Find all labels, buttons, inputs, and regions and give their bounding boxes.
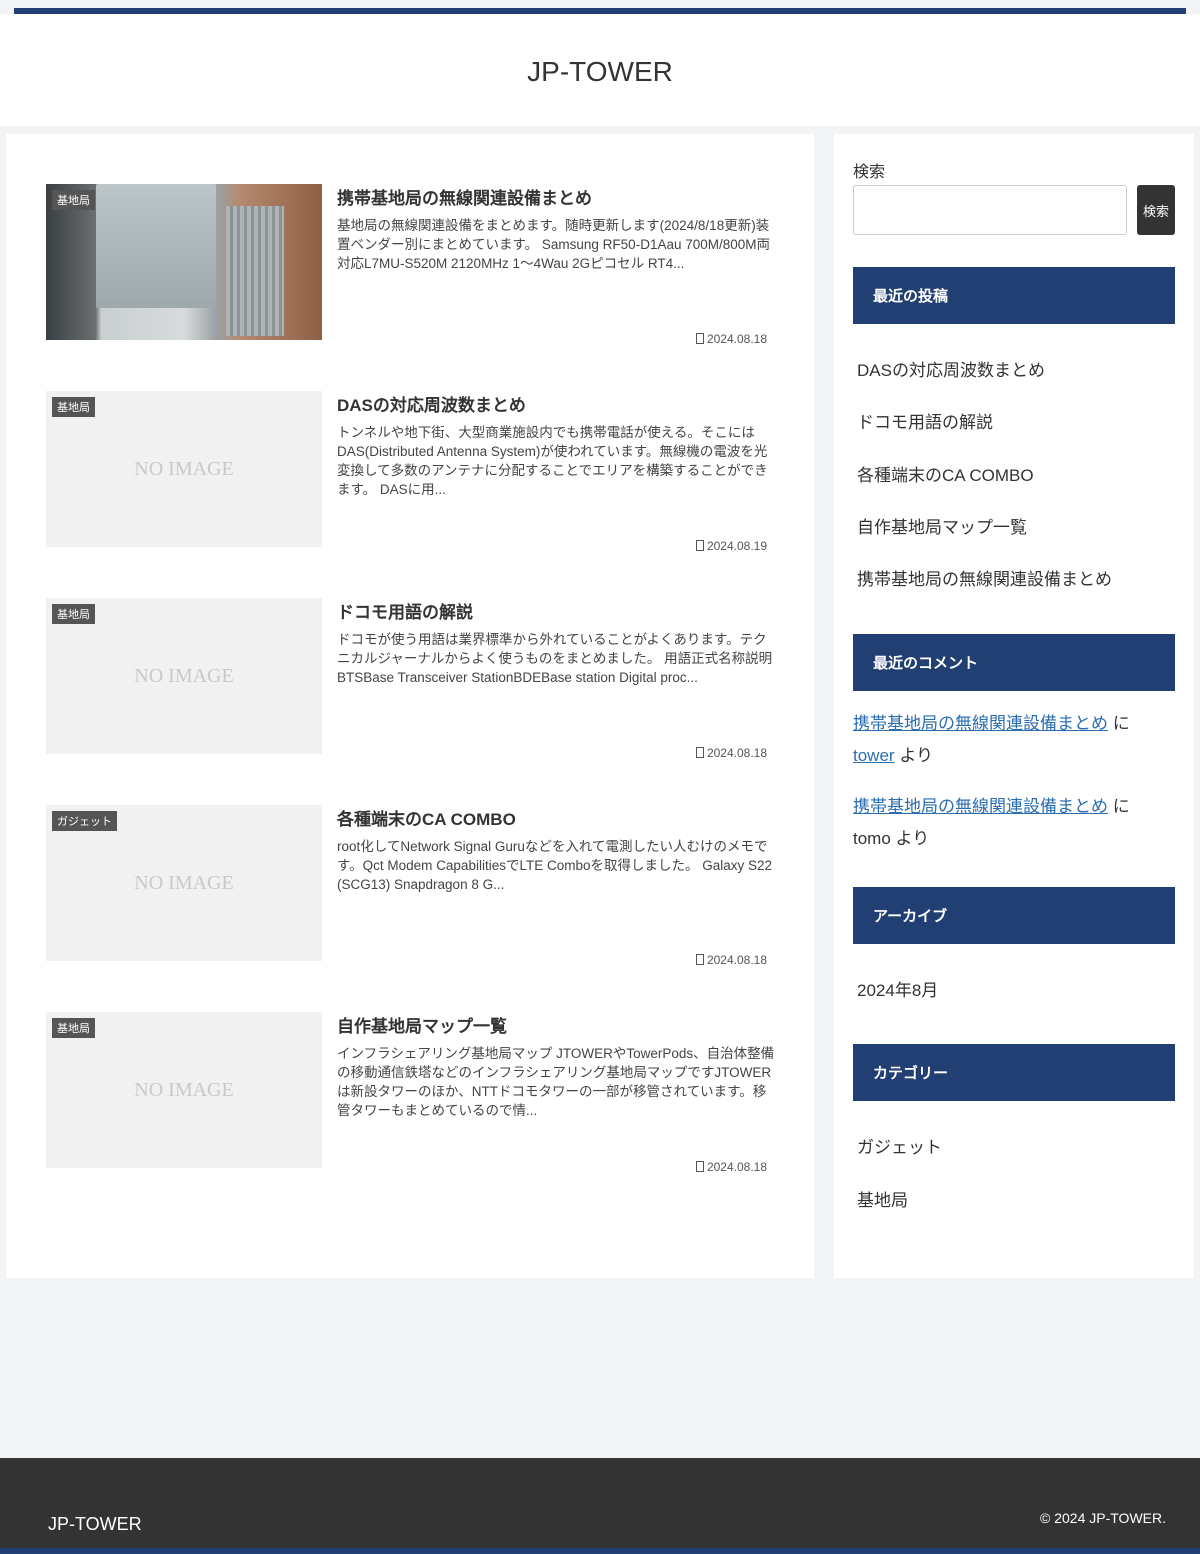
site-title[interactable]: JP-TOWER <box>0 56 1200 88</box>
post-thumbnail[interactable]: NO IMAGE 基地局 <box>46 598 322 754</box>
recent-post-link[interactable]: 各種端末のCA COMBO <box>857 461 1034 486</box>
clock-icon <box>695 333 704 344</box>
post-item[interactable]: NO IMAGE 基地局 自作基地局マップ一覧 インフラシェアリング基地局マップ… <box>46 1012 786 1174</box>
recent-post-link[interactable]: ドコモ用語の解説 <box>857 408 993 433</box>
bottom-accent-bar <box>0 1548 1200 1554</box>
site-footer: JP-TOWER © 2024 JP-TOWER. <box>0 1458 1200 1548</box>
post-title[interactable]: 自作基地局マップ一覧 <box>337 1012 777 1037</box>
post-thumbnail[interactable]: NO IMAGE 基地局 <box>46 391 322 547</box>
clock-icon <box>695 747 704 758</box>
clock-icon <box>695 1161 704 1172</box>
clock-icon <box>695 954 704 965</box>
site-header: JP-TOWER <box>0 14 1200 126</box>
search-button[interactable]: 検索 <box>1137 185 1175 235</box>
radio-unit-image <box>96 184 216 308</box>
footer-site-title[interactable]: JP-TOWER <box>48 1514 142 1535</box>
comment-post-link[interactable]: 携帯基地局の無線関連設備まとめ <box>853 797 1108 816</box>
post-title[interactable]: ドコモ用語の解説 <box>337 598 777 623</box>
post-item[interactable]: NO IMAGE 基地局 DASの対応周波数まとめ トンネルや地下街、大型商業施… <box>46 391 786 553</box>
search-label: 検索 <box>853 164 886 181</box>
post-thumbnail[interactable]: 基地局 <box>46 184 322 340</box>
recent-posts-heading: 最近の投稿 <box>853 267 1175 324</box>
recent-comment: 携帯基地局の無線関連設備まとめ に tomo より <box>853 797 1130 848</box>
post-item[interactable]: NO IMAGE 基地局 ドコモ用語の解説 ドコモが使う用語は業界標準から外れて… <box>46 598 786 760</box>
post-date: 2024.08.18 <box>646 332 767 346</box>
post-excerpt: 基地局の無線関連設備をまとめます。随時更新します(2024/8/18更新)装置ベ… <box>337 218 771 271</box>
category-badge: 基地局 <box>52 190 95 210</box>
post-title[interactable]: DASの対応周波数まとめ <box>337 391 777 416</box>
category-badge: 基地局 <box>52 397 95 417</box>
recent-post-link[interactable]: 携帯基地局の無線関連設備まとめ <box>857 565 1112 590</box>
post-thumbnail[interactable]: NO IMAGE 基地局 <box>46 1012 322 1168</box>
category-badge: ガジェット <box>52 811 117 831</box>
copyright: © 2024 JP-TOWER. <box>1040 1510 1166 1526</box>
comment-author-link[interactable]: tower <box>853 746 895 765</box>
category-link[interactable]: 基地局 <box>857 1186 908 1211</box>
archives-heading: アーカイブ <box>853 887 1175 944</box>
post-excerpt: ドコモが使う用語は業界標準から外れていることがよくあります。テクニカルジャーナル… <box>337 632 773 685</box>
sidebar: 検索 検索 最近の投稿 DASの対応周波数まとめ ドコモ用語の解説 各種端末のC… <box>834 134 1194 1278</box>
category-badge: 基地局 <box>52 1018 95 1038</box>
comment-post-link[interactable]: 携帯基地局の無線関連設備まとめ <box>853 714 1108 733</box>
categories-heading: カテゴリー <box>853 1044 1175 1101</box>
archive-link[interactable]: 2024年8月 <box>857 976 938 1001</box>
post-list: 基地局 携帯基地局の無線関連設備まとめ 基地局の無線関連設備をまとめます。随時更… <box>6 134 814 1278</box>
post-excerpt: トンネルや地下街、大型商業施設内でも携帯電話が使える。そこにはDAS(Distr… <box>337 425 768 497</box>
post-date: 2024.08.18 <box>646 953 767 967</box>
post-date: 2024.08.19 <box>646 539 767 553</box>
search-input[interactable] <box>853 185 1127 235</box>
post-thumbnail[interactable]: NO IMAGE ガジェット <box>46 805 322 961</box>
post-excerpt: root化してNetwork Signal Guruなどを入れて電測したい人むけ… <box>337 839 773 892</box>
post-date: 2024.08.18 <box>646 1160 767 1174</box>
post-excerpt: インフラシェアリング基地局マップ JTOWERやTowerPods、自治体整備の… <box>337 1046 775 1118</box>
post-item[interactable]: 基地局 携帯基地局の無線関連設備まとめ 基地局の無線関連設備をまとめます。随時更… <box>46 184 786 346</box>
post-item[interactable]: NO IMAGE ガジェット 各種端末のCA COMBO root化してNetw… <box>46 805 786 967</box>
clock-icon <box>695 540 704 551</box>
recent-post-link[interactable]: 自作基地局マップ一覧 <box>857 513 1027 538</box>
radio-unit-image <box>226 206 284 336</box>
post-date: 2024.08.18 <box>646 746 767 760</box>
post-title[interactable]: 各種端末のCA COMBO <box>337 805 777 830</box>
category-link[interactable]: ガジェット <box>857 1133 942 1158</box>
recent-comment: 携帯基地局の無線関連設備まとめ に tower より <box>853 714 1130 765</box>
recent-post-link[interactable]: DASの対応周波数まとめ <box>857 356 1045 381</box>
comment-author: tomo <box>853 829 891 848</box>
recent-comments-heading: 最近のコメント <box>853 634 1175 691</box>
post-title[interactable]: 携帯基地局の無線関連設備まとめ <box>337 184 777 209</box>
category-badge: 基地局 <box>52 604 95 624</box>
